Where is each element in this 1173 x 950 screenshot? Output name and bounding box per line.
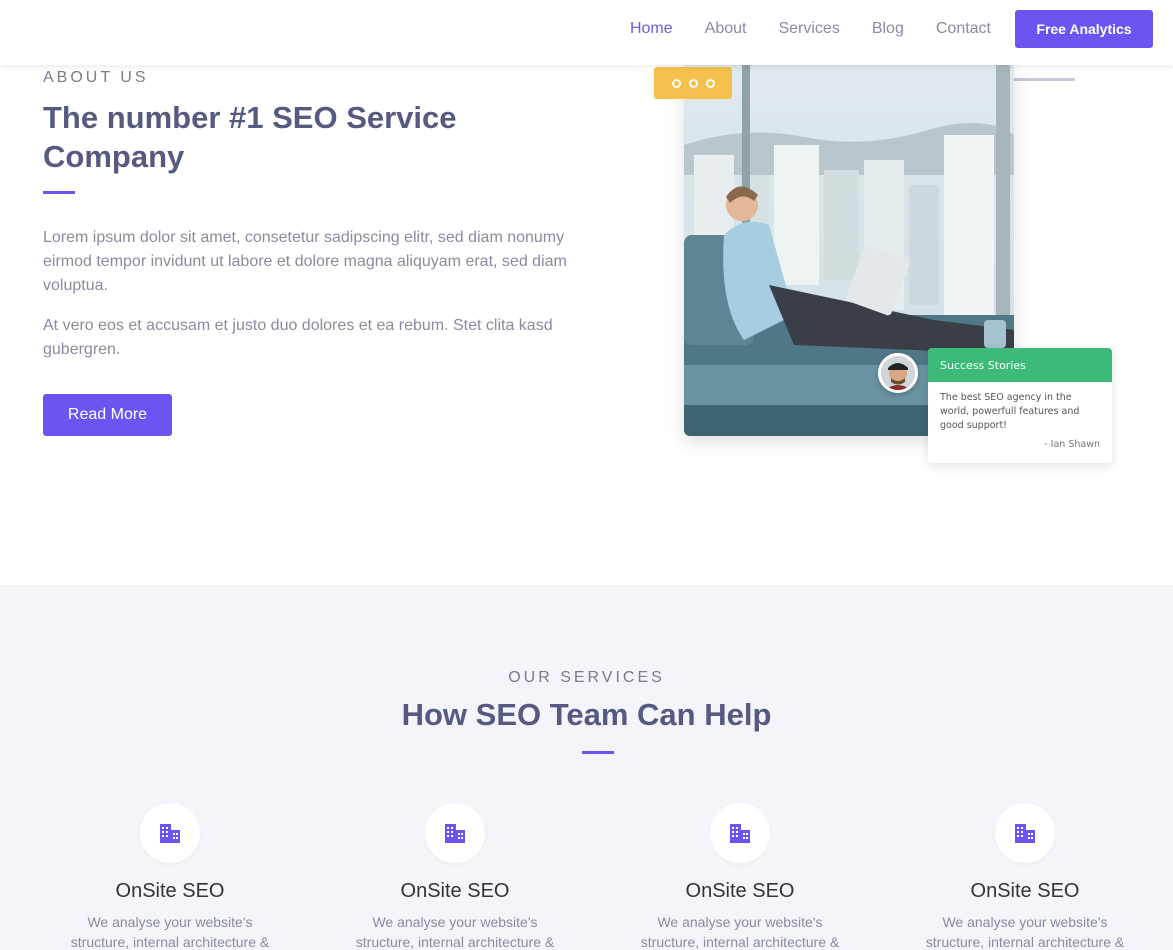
site-header: Home About Services Blog Contact Free An… <box>0 0 1173 65</box>
service-icon-circle <box>140 803 200 863</box>
success-story-card: Success Stories The best SEO agency in t… <box>928 348 1112 463</box>
building-icon <box>1015 824 1035 843</box>
dot-icon <box>705 78 715 88</box>
card-quote: The best SEO agency in the world, powerf… <box>940 392 1080 431</box>
service-title: OnSite SEO <box>970 880 1080 902</box>
card-title: Success Stories <box>928 348 1112 382</box>
about-label: ABOUT US <box>43 69 149 86</box>
building-icon <box>160 824 180 843</box>
service-title: OnSite SEO <box>115 880 225 902</box>
service-card: OnSite SEO We analyse your website's str… <box>325 803 585 950</box>
services-title: How SEO Team Can Help <box>401 697 772 732</box>
service-description: We analyse your website's structure, int… <box>70 914 270 950</box>
person-avatar-icon <box>881 356 915 390</box>
nav-home[interactable]: Home <box>630 20 673 38</box>
service-icon-circle <box>710 803 770 863</box>
nav-blog[interactable]: Blog <box>872 20 904 38</box>
service-icon-circle <box>995 803 1055 863</box>
about-paragraph-1: Lorem ipsum dolor sit amet, consetetur s… <box>43 229 567 294</box>
nav-contact[interactable]: Contact <box>936 20 991 38</box>
service-icon-circle <box>425 803 485 863</box>
service-title: OnSite SEO <box>400 880 510 902</box>
building-icon <box>445 824 465 843</box>
service-description: We analyse your website's structure, int… <box>925 914 1125 950</box>
dot-icon <box>688 78 698 88</box>
avatar <box>878 353 918 393</box>
nav-about[interactable]: About <box>705 20 747 38</box>
service-card: OnSite SEO We analyse your website's str… <box>610 803 870 950</box>
card-author: - Ian Shawn <box>1044 439 1100 450</box>
background-card <box>1013 65 1075 81</box>
about-divider <box>43 191 75 194</box>
services-section: OUR SERVICES How SEO Team Can Help OnSit… <box>0 585 1173 950</box>
service-title: OnSite SEO <box>685 880 795 902</box>
building-icon <box>730 824 750 843</box>
dot-icon <box>671 78 681 88</box>
services-label: OUR SERVICES <box>508 669 665 686</box>
free-analytics-button[interactable]: Free Analytics <box>1015 10 1153 48</box>
about-paragraph-2: At vero eos et accusam et justo duo dolo… <box>43 317 553 358</box>
services-divider <box>582 751 614 754</box>
service-description: We analyse your website's structure, int… <box>640 914 840 950</box>
read-more-button[interactable]: Read More <box>43 394 172 436</box>
service-description: We analyse your website's structure, int… <box>355 914 555 950</box>
dots-badge <box>654 67 732 99</box>
about-title: The number #1 SEO Service Company <box>43 100 457 174</box>
main-nav: Home About Services Blog Contact Free An… <box>630 10 1153 48</box>
service-card: OnSite SEO We analyse your website's str… <box>40 803 300 950</box>
service-card: OnSite SEO We analyse your website's str… <box>895 803 1155 950</box>
nav-services[interactable]: Services <box>778 20 839 38</box>
